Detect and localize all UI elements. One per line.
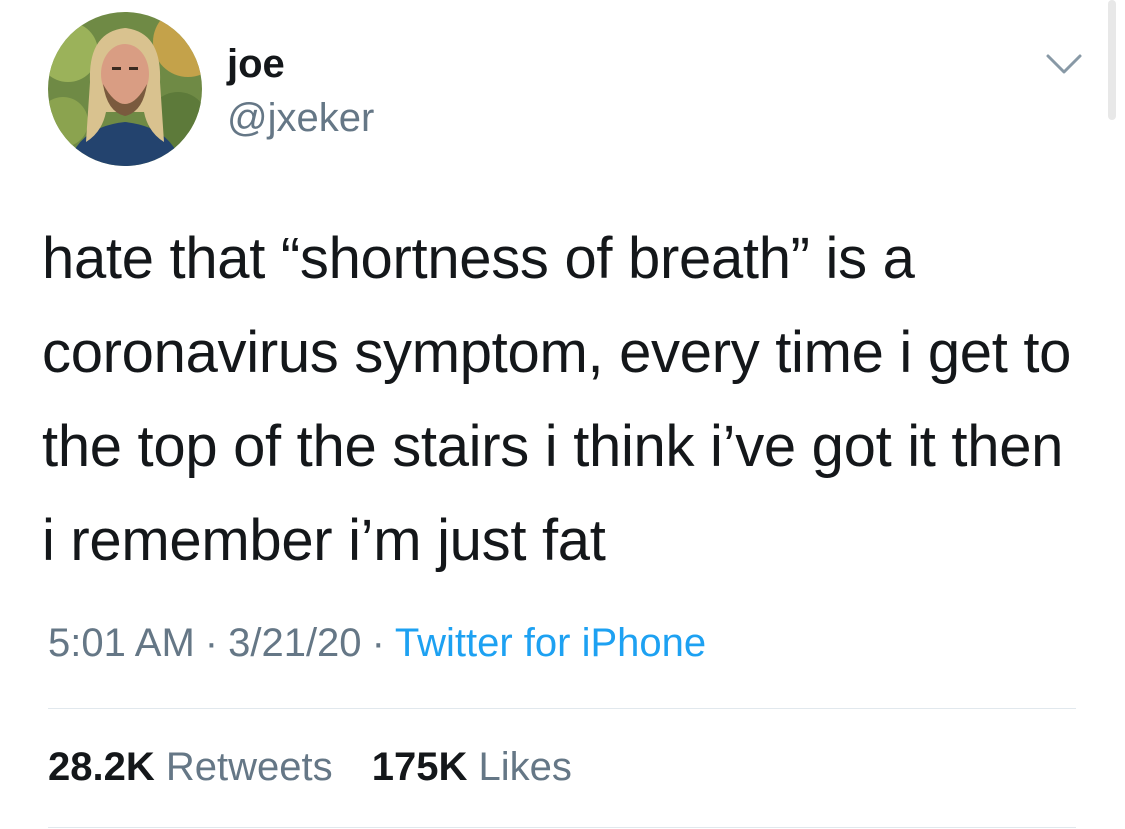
retweets-label: Retweets xyxy=(165,745,333,789)
chevron-down-icon[interactable] xyxy=(1044,50,1084,78)
likes-stat[interactable]: 175K Likes xyxy=(372,745,572,789)
retweets-stat[interactable]: 28.2K Retweets xyxy=(48,745,333,789)
divider xyxy=(48,708,1076,709)
tweet-time: 5:01 AM xyxy=(48,621,195,665)
avatar[interactable] xyxy=(48,12,202,166)
profile-photo-icon xyxy=(48,12,202,166)
retweets-count: 28.2K xyxy=(48,745,155,789)
tweet-stats: 28.2K Retweets 175K Likes xyxy=(48,742,600,792)
tweet-meta: 5:01 AM · 3/21/20 · Twitter for iPhone xyxy=(48,618,706,668)
meta-separator: · xyxy=(371,621,385,665)
tweet-source-link[interactable]: Twitter for iPhone xyxy=(395,621,706,665)
likes-label: Likes xyxy=(478,745,572,789)
tweet-card: joe @jxeker hate that “shortness of brea… xyxy=(0,0,1125,829)
meta-separator: · xyxy=(204,621,219,665)
display-name[interactable]: joe xyxy=(227,40,285,88)
user-handle[interactable]: @jxeker xyxy=(227,94,374,142)
likes-count: 175K xyxy=(371,745,468,789)
tweet-text: hate that “shortness of breath” is a cor… xyxy=(42,226,1072,573)
divider xyxy=(48,827,1076,828)
scrollbar[interactable] xyxy=(1108,0,1116,120)
tweet-date: 3/21/20 xyxy=(228,621,362,665)
